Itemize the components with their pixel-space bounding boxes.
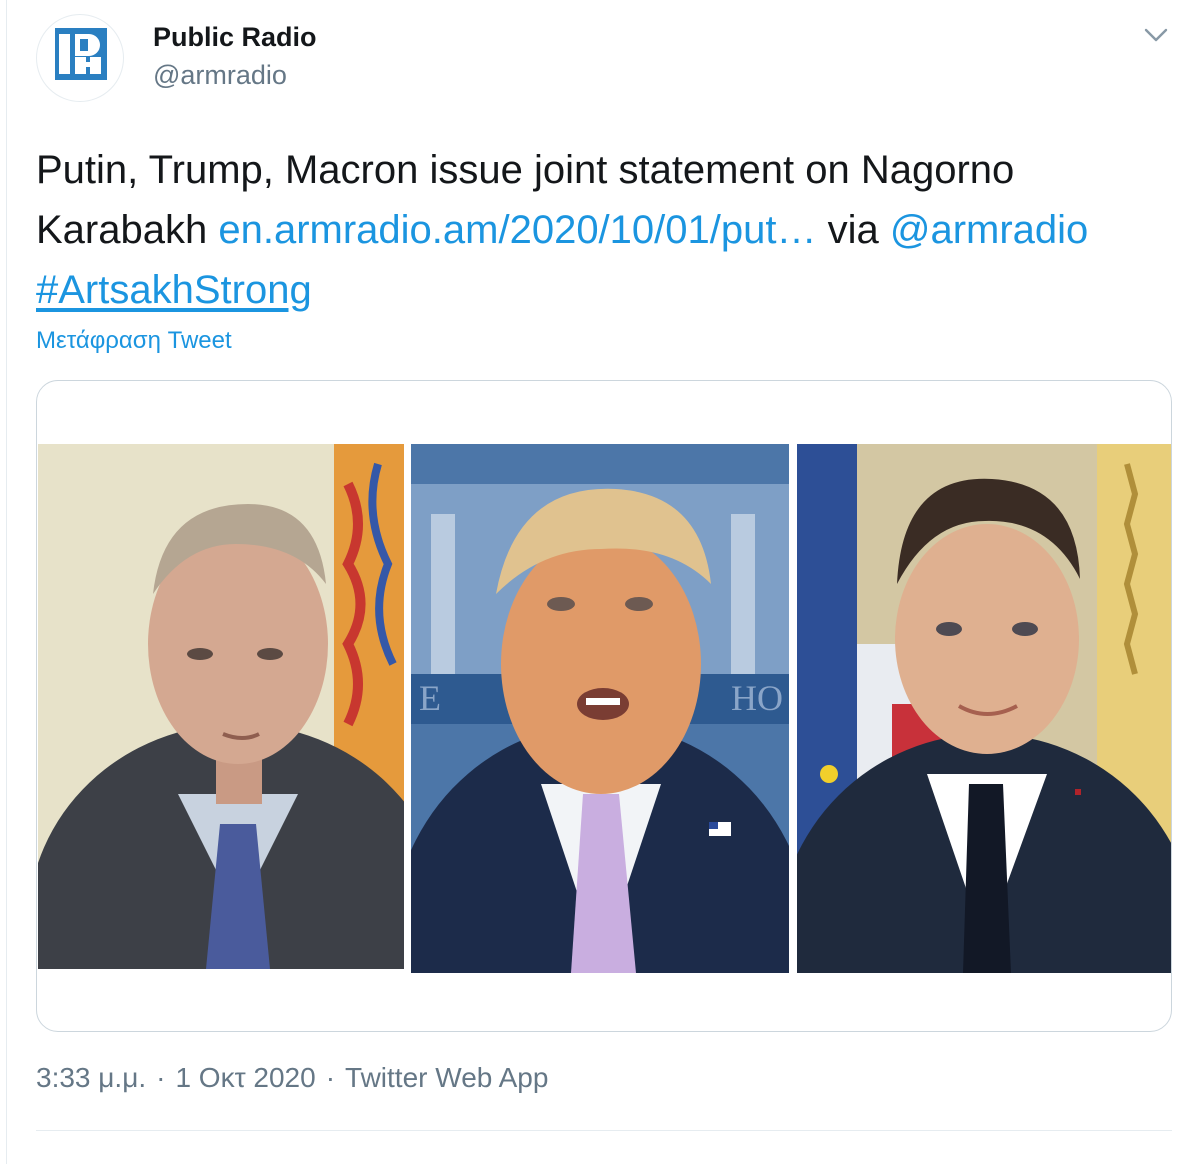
mention-link[interactable]: @armradio (890, 208, 1088, 252)
author-handle[interactable]: @armradio (153, 60, 287, 91)
svg-text:HO: HO (731, 678, 783, 718)
tweet-meta: 3:33 μ.μ. · 1 Οκτ 2020 · Twitter Web App (36, 1062, 548, 1094)
tweet-link[interactable]: en.armradio.am/2020/10/01/put… (218, 208, 816, 252)
author-name[interactable]: Public Radio (153, 22, 317, 53)
tweet-via-text: via (816, 208, 890, 252)
chevron-down-icon[interactable] (1140, 22, 1172, 48)
divider (36, 1130, 1172, 1131)
trump-photo[interactable]: E HO (411, 444, 789, 973)
translate-tweet-link[interactable]: Μετάφραση Tweet (36, 327, 232, 355)
meta-separator: · (325, 1062, 336, 1093)
tweet-source[interactable]: Twitter Web App (345, 1062, 548, 1093)
svg-text:E: E (419, 678, 441, 718)
public-radio-logo-icon (55, 28, 107, 80)
tweet-date[interactable]: 1 Οκτ 2020 (175, 1062, 315, 1093)
meta-separator: · (156, 1062, 166, 1093)
putin-photo[interactable] (38, 444, 404, 969)
media-card[interactable]: E HO (36, 380, 1172, 1032)
hashtag-link[interactable]: #ArtsakhStrong (36, 268, 312, 312)
macron-photo[interactable] (797, 444, 1171, 973)
tweet-text: Putin, Trump, Macron issue joint stateme… (36, 140, 1156, 320)
avatar[interactable] (36, 14, 124, 102)
timeline-edge (0, 0, 7, 1164)
tweet-time[interactable]: 3:33 μ.μ. (36, 1062, 146, 1093)
